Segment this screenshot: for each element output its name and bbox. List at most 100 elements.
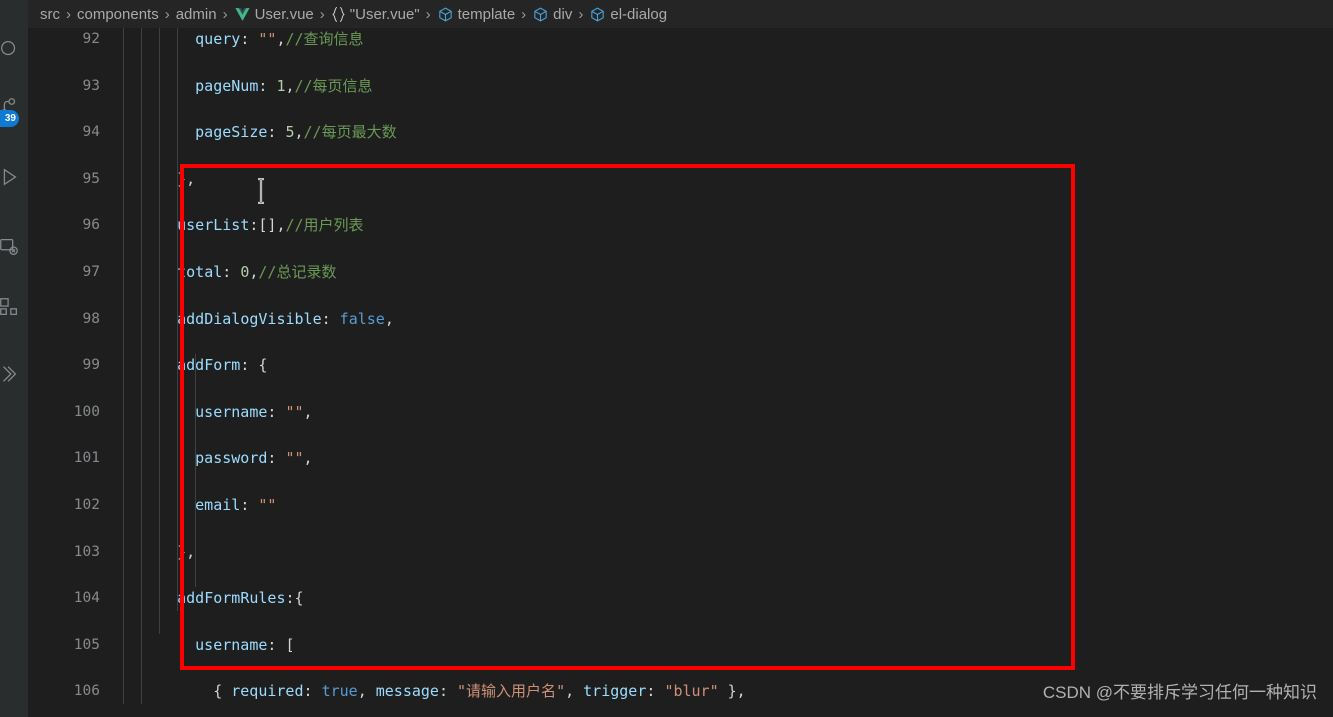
code-token: : [ — [267, 635, 295, 654]
line-number: 101 — [73, 450, 100, 467]
code-token: false — [339, 309, 385, 328]
code-token: { — [213, 682, 232, 701]
code-token: : — [267, 123, 286, 142]
code-line[interactable]: 95}, — [28, 168, 1333, 191]
symbol-cube-icon — [589, 6, 606, 23]
breadcrumb: src › components › admin › User.vue › "U… — [28, 0, 1333, 28]
code-token: email — [195, 495, 241, 514]
search-icon[interactable] — [0, 30, 28, 68]
breadcrumb-separator: › — [425, 5, 431, 23]
breadcrumb-item-template[interactable]: template — [437, 0, 515, 28]
code-line[interactable]: 100 username: "", — [28, 401, 1333, 424]
code-text: total: 0,//总记录数 — [177, 261, 336, 284]
code-token: , — [565, 682, 584, 701]
code-line[interactable]: 94 pageSize: 5,//每页最大数 — [28, 121, 1333, 144]
code-token: : — [646, 682, 665, 701]
line-number: 104 — [73, 590, 100, 607]
code-line[interactable]: 96 userList:[],//用户列表 — [28, 214, 1333, 237]
code-token: //查询信息 — [285, 30, 364, 48]
line-number: 99 — [82, 357, 100, 374]
vscode-editor-window: 39 src › components › admin › User.vue ›… — [0, 0, 1333, 717]
code-token: }, — [718, 682, 746, 701]
code-text: }, — [177, 168, 195, 191]
breadcrumb-item-src[interactable]: src — [40, 0, 60, 28]
code-text: username: [ — [195, 634, 294, 657]
code-token: addFormRules — [177, 589, 286, 608]
breadcrumb-label: admin — [175, 5, 217, 23]
source-control-badge: 39 — [0, 110, 19, 127]
code-token: query — [195, 30, 241, 48]
code-line[interactable]: 104 addFormRules:{ — [28, 587, 1333, 610]
line-number: 96 — [82, 217, 100, 234]
csdn-watermark: CSDN @不要排斥学习任何一种知识 — [1042, 683, 1317, 702]
code-token: : — [267, 402, 286, 421]
code-token: : — [303, 682, 322, 701]
code-token: , — [303, 449, 313, 468]
line-number: 92 — [82, 31, 100, 47]
line-number: 100 — [73, 403, 100, 420]
code-editor[interactable]: 92 query: "",//查询信息 93 pageNum: 1,//每页信息 94 p… — [28, 28, 1333, 717]
code-line[interactable]: 93 pageNum: 1,//每页信息 — [28, 75, 1333, 98]
code-line[interactable]: 105 username: [ — [28, 634, 1333, 657]
breadcrumb-separator: › — [521, 5, 527, 23]
code-token: //每页最大数 — [303, 123, 397, 142]
breadcrumb-item-div[interactable]: div — [532, 0, 572, 28]
code-token: password — [195, 449, 268, 468]
code-line[interactable]: 103}, — [28, 541, 1333, 564]
code-token: : — [321, 309, 340, 328]
code-token: pageSize — [195, 123, 268, 142]
breadcrumb-separator: › — [222, 5, 228, 23]
code-token: : — [267, 449, 286, 468]
symbol-cube-icon — [532, 6, 549, 23]
line-number: 93 — [82, 77, 100, 94]
breadcrumb-item-user-vue-file[interactable]: User.vue — [234, 0, 314, 28]
code-lines: 92 query: "",//查询信息 93 pageNum: 1,//每页信息 94 p… — [28, 28, 1333, 704]
code-token: : { — [240, 356, 268, 375]
breadcrumb-label: "User.vue" — [349, 5, 420, 23]
code-line[interactable]: 101 password: "", — [28, 447, 1333, 470]
code-line[interactable]: 99 addForm: { — [28, 354, 1333, 377]
code-token: username — [195, 635, 268, 654]
code-token: //每页信息 — [294, 76, 373, 95]
breadcrumb-separator: › — [66, 5, 71, 23]
code-token: "" — [258, 495, 277, 514]
line-number: 98 — [82, 310, 100, 327]
code-token: userList — [177, 216, 250, 235]
code-token: : — [222, 262, 241, 281]
code-token: , — [303, 402, 313, 421]
remote-explorer-icon[interactable] — [0, 228, 28, 266]
code-line[interactable]: 92 query: "",//查询信息 — [28, 28, 1333, 51]
code-text: query: "",//查询信息 — [195, 28, 363, 51]
line-number: 106 — [73, 683, 100, 700]
braces-icon — [331, 6, 346, 23]
line-number: 102 — [73, 496, 100, 513]
code-token: "请输入用户名" — [457, 682, 566, 701]
code-line[interactable]: 102 email: "" — [28, 494, 1333, 517]
breadcrumb-separator: › — [319, 5, 325, 23]
code-text: addFormRules:{ — [177, 587, 303, 610]
breadcrumb-item-user-vue-symbol[interactable]: "User.vue" — [331, 0, 420, 28]
activity-bar: 39 — [0, 0, 28, 717]
code-token: 0 — [240, 262, 250, 281]
breadcrumb-item-components[interactable]: components — [77, 0, 159, 28]
code-line[interactable]: 97 total: 0,//总记录数 — [28, 261, 1333, 284]
code-token: "" — [258, 30, 277, 48]
code-token: //总记录数 — [258, 262, 337, 281]
code-token: , — [285, 76, 295, 95]
code-text: username: "", — [195, 401, 312, 424]
breadcrumb-separator: › — [578, 5, 584, 23]
code-token: addDialogVisible — [177, 309, 322, 328]
extensions-icon[interactable] — [0, 288, 28, 326]
breadcrumb-item-el-dialog[interactable]: el-dialog — [589, 0, 667, 28]
code-text: userList:[],//用户列表 — [177, 214, 363, 237]
code-text: { required: true, message: "请输入用户名", tri… — [213, 680, 746, 703]
code-token: true — [321, 682, 358, 701]
run-and-debug-icon[interactable] — [0, 158, 28, 196]
code-token: addForm — [177, 356, 241, 375]
breadcrumb-item-admin[interactable]: admin — [176, 0, 217, 28]
testing-icon[interactable] — [0, 355, 28, 393]
code-line[interactable]: 98 addDialogVisible: false, — [28, 308, 1333, 331]
code-token: , — [384, 309, 394, 328]
code-token: , — [294, 123, 304, 142]
symbol-cube-icon — [437, 6, 454, 23]
